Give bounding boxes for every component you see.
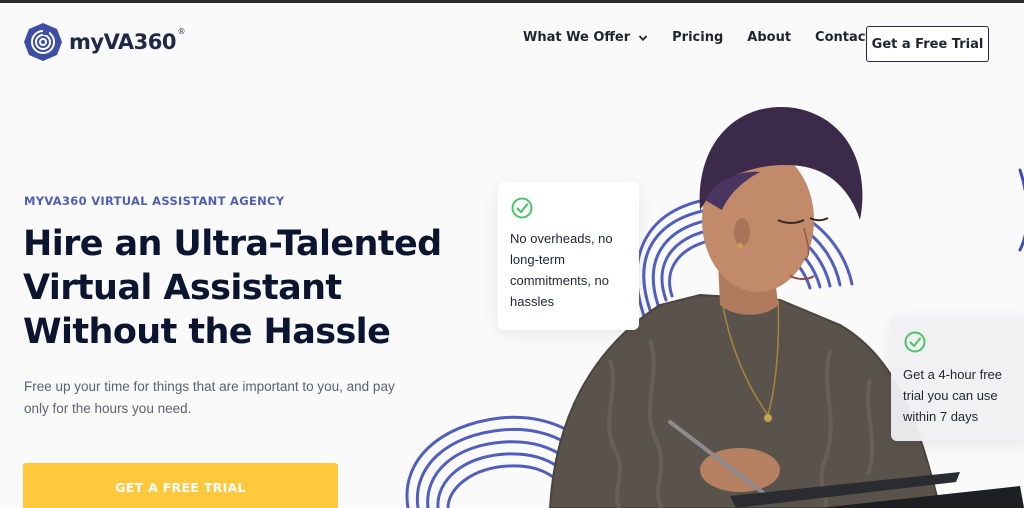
nav-label-contact: Contact: [815, 30, 872, 45]
logo-icon: [24, 23, 62, 61]
main-nav: What We Offer Pricing About Contact: [523, 30, 896, 45]
registered-mark: ®: [177, 27, 186, 36]
check-circle-icon: [511, 197, 533, 219]
nav-label-pricing: Pricing: [672, 30, 724, 45]
nav-item-contact[interactable]: Contact: [815, 30, 872, 45]
nav-item-what-we-offer[interactable]: What We Offer: [523, 30, 648, 45]
feature-card-no-overheads: No overheads, no long-term commitments, …: [498, 182, 639, 330]
logo-wordmark: myVA360 ®: [69, 27, 185, 54]
feature-card-text: No overheads, no long-term commitments, …: [510, 231, 613, 309]
feature-card-text: Get a 4-hour free trial you can use with…: [903, 367, 1002, 424]
hero-eyebrow: MYVA360 VIRTUAL ASSISTANT AGENCY: [24, 194, 285, 208]
nav-item-pricing[interactable]: Pricing: [672, 30, 723, 45]
header-free-trial-button[interactable]: Get a Free Trial: [866, 26, 989, 62]
brand-name: myVA360: [69, 30, 177, 54]
logo[interactable]: myVA360 ®: [23, 22, 185, 62]
chevron-down-icon: [638, 34, 648, 41]
hero-free-trial-button[interactable]: GET A FREE TRIAL: [23, 463, 338, 508]
nav-label-what-we-offer: What We Offer: [523, 30, 631, 45]
nav-label-about: About: [747, 30, 792, 45]
hero-subtext: Free up your time for things that are im…: [24, 379, 395, 416]
feature-card-free-trial: Get a 4-hour free trial you can use with…: [891, 316, 1024, 441]
site-header: myVA360 ® What We Offer Pricing About Con…: [0, 3, 1024, 77]
check-circle-icon: [904, 331, 926, 353]
nav-item-about[interactable]: About: [747, 30, 791, 45]
hero-illustration: [405, 106, 1024, 508]
